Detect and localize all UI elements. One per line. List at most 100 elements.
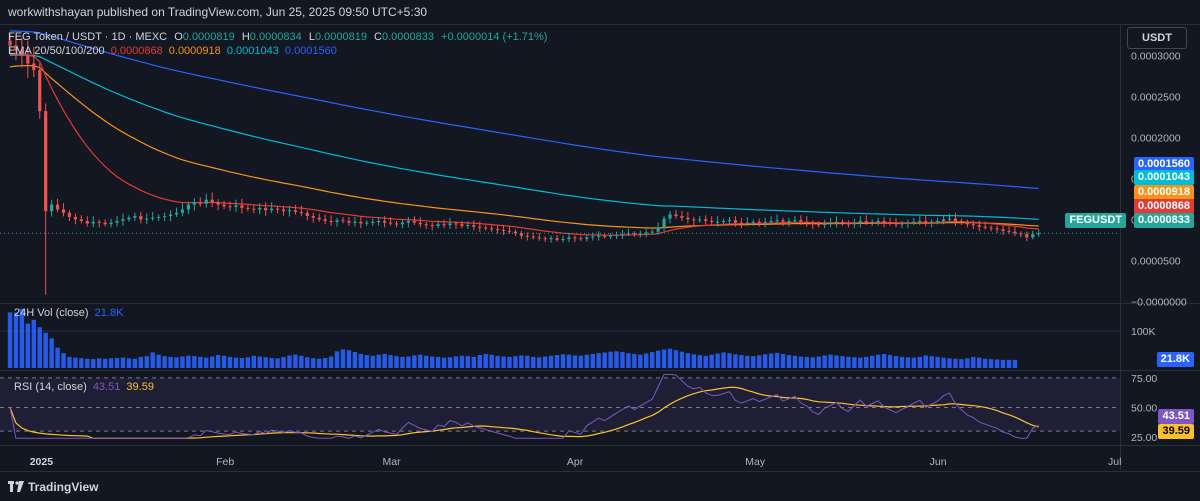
candle-body: [864, 220, 868, 223]
ema20-value: 0.0000868: [110, 45, 163, 57]
candle-body: [180, 209, 185, 213]
price-axis-tick-label: −0.0000000: [1131, 296, 1187, 308]
candle-body: [436, 224, 440, 226]
volume-bar: [132, 358, 138, 368]
volume-bar: [542, 356, 548, 368]
volume-bar: [293, 354, 298, 368]
currency-button[interactable]: USDT: [1127, 27, 1187, 49]
candle-body: [210, 199, 214, 203]
candle-body: [852, 222, 856, 225]
volume-bar: [471, 356, 477, 368]
volume-bar: [721, 352, 726, 368]
candle-body: [906, 222, 910, 224]
rsi-label: RSI (14, close): [14, 381, 87, 393]
volume-bar: [263, 357, 268, 368]
candle-body: [61, 209, 66, 213]
candle-body: [793, 220, 797, 222]
volume-bar: [67, 356, 72, 368]
candle-body: [727, 220, 732, 222]
volume-bar: [602, 352, 607, 368]
candle-body: [466, 225, 470, 227]
volume-bar: [31, 319, 36, 368]
candle-body: [275, 208, 280, 210]
candle-body: [585, 237, 589, 240]
volume-bar: [810, 357, 815, 368]
candle-body: [936, 220, 940, 222]
volume-bar: [584, 354, 589, 368]
price-change: +0.0000014 (+1.71%): [441, 31, 548, 43]
candle-body: [989, 227, 993, 229]
volume-bar: [887, 355, 893, 368]
candle-body: [495, 229, 500, 231]
volume-bar: [453, 356, 459, 368]
candle-body: [365, 222, 369, 224]
candle-body: [953, 218, 958, 221]
candle-body: [716, 221, 720, 223]
volume-bar: [745, 355, 750, 368]
volume-value: 21.8K: [94, 307, 124, 319]
candle-body: [680, 216, 684, 218]
candle-body: [192, 202, 196, 205]
volume-bar: [406, 356, 411, 368]
candle-body: [341, 220, 345, 222]
volume-bar: [168, 356, 173, 368]
candle-body: [632, 233, 636, 235]
candle-body: [204, 199, 208, 204]
volume-bar: [661, 349, 667, 368]
candle-body: [555, 238, 559, 240]
candle-body: [406, 220, 410, 223]
volume-bar: [816, 356, 821, 368]
candle-body: [311, 216, 315, 218]
volume-bar: [834, 355, 839, 368]
candle-body: [805, 221, 809, 223]
candle-body: [983, 226, 987, 228]
volume-bar: [923, 355, 928, 368]
chart-area[interactable]: 0.00030000.00025000.00020000.00015000.00…: [0, 25, 1200, 470]
candle-body: [1037, 233, 1041, 235]
volume-bar: [251, 355, 256, 368]
volume-bar: [846, 356, 851, 368]
candle-body: [924, 220, 928, 223]
candle-body: [50, 204, 54, 212]
ema50-line: [9, 64, 1039, 229]
ema50-value: 0.0000918: [168, 45, 221, 57]
volume-bar: [180, 356, 185, 368]
ema-legend: EMA 20/50/100/200 0.0000868 0.0000918 0.…: [8, 45, 337, 57]
candle-body: [145, 218, 149, 220]
volume-bar: [953, 358, 958, 368]
candle-body: [55, 204, 60, 210]
candle-body: [507, 230, 512, 232]
volume-tag: 21.8K: [1156, 352, 1194, 367]
volume-bar: [186, 355, 191, 368]
candle-body: [959, 220, 963, 223]
time-axis-tick-label: Feb: [216, 456, 234, 468]
candle-body: [32, 63, 36, 71]
volume-bar: [875, 354, 881, 368]
volume-bar: [852, 357, 857, 368]
volume-bar: [108, 358, 114, 368]
candle-body: [371, 221, 375, 223]
candle-body: [692, 219, 696, 221]
candle-body: [228, 206, 232, 208]
chart-canvas[interactable]: 0.00030000.00025000.00020000.00015000.00…: [0, 25, 1200, 470]
volume-axis-tick-label: 100K: [1131, 326, 1156, 338]
candle-body: [97, 221, 101, 223]
candle-body: [977, 225, 981, 227]
volume-bar: [257, 356, 262, 368]
candle-body: [882, 220, 886, 223]
volume-bar: [727, 353, 732, 368]
ohlc-close-value: 0.0000833: [381, 31, 434, 43]
volume-bar: [620, 352, 625, 368]
volume-legend: 24H Vol (close) 21.8K: [14, 307, 123, 319]
volume-bar: [424, 355, 429, 368]
volume-bar: [941, 357, 946, 368]
volume-bar: [281, 356, 286, 368]
candle-body: [79, 219, 83, 221]
volume-bar: [352, 352, 358, 368]
candle-body: [258, 207, 262, 210]
ema50-price-tag: 0.0000918: [1134, 185, 1194, 200]
volume-bar: [840, 356, 845, 368]
candle-body: [1025, 234, 1029, 238]
candle-body: [930, 221, 934, 223]
candle-body: [353, 221, 357, 223]
